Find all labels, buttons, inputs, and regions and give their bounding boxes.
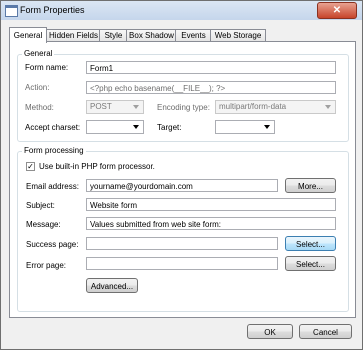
success-page-select-button[interactable]: Select...	[285, 236, 336, 251]
form-properties-dialog: Form Properties ✕ General Hidden Fields …	[0, 0, 363, 350]
action-input[interactable]: <?php echo basename(__FILE__); ?>	[86, 81, 336, 94]
chevron-down-icon	[264, 125, 270, 129]
encoding-type-select[interactable]: multipart/form-data	[215, 100, 336, 114]
error-page-select-button[interactable]: Select...	[285, 256, 336, 271]
form-name-input[interactable]: Form1	[86, 61, 336, 74]
chevron-down-icon	[133, 105, 139, 109]
action-label: Action:	[25, 83, 50, 92]
encoding-type-label: Encoding type:	[157, 103, 210, 112]
general-group-label: General	[22, 49, 55, 58]
ok-button[interactable]: OK	[247, 324, 293, 339]
form-name-label: Form name:	[25, 63, 69, 72]
form-processing-group-label: Form processing	[22, 146, 86, 155]
success-page-label: Success page:	[26, 240, 79, 249]
window-title: Form Properties	[20, 5, 85, 15]
advanced-button[interactable]: Advanced...	[86, 278, 138, 293]
email-address-input[interactable]: yourname@yourdomain.com	[86, 179, 278, 192]
use-builtin-checkbox[interactable]: ✓	[26, 162, 35, 171]
accept-charset-label: Accept charset:	[25, 123, 81, 132]
error-page-label: Error page:	[26, 261, 67, 270]
subject-label: Subject:	[26, 201, 55, 210]
method-label: Method:	[25, 103, 54, 112]
chevron-down-icon	[133, 125, 139, 129]
accept-charset-select[interactable]	[86, 120, 144, 134]
more-button[interactable]: More...	[285, 178, 336, 193]
message-input[interactable]: Values submitted from web site form:	[86, 217, 336, 230]
subject-input[interactable]: Website form	[86, 198, 336, 211]
title-bar: Form Properties ✕	[1, 1, 362, 20]
window-icon	[5, 5, 18, 17]
success-page-input[interactable]	[86, 237, 278, 250]
target-label: Target:	[157, 123, 182, 132]
method-value: POST	[90, 102, 112, 111]
tab-panel-general: General Form name: Form1 Action: <?php e…	[9, 41, 356, 318]
use-builtin-label: Use built-in PHP form processor.	[39, 162, 155, 171]
target-select[interactable]	[215, 120, 275, 134]
form-processing-group: Form processing	[17, 146, 349, 312]
chevron-down-icon	[325, 105, 331, 109]
close-button[interactable]: ✕	[317, 2, 357, 19]
error-page-input[interactable]	[86, 257, 278, 270]
encoding-type-value: multipart/form-data	[219, 102, 287, 111]
method-select[interactable]: POST	[86, 100, 144, 114]
email-address-label: Email address:	[26, 182, 79, 191]
tab-general[interactable]: General	[9, 27, 47, 43]
message-label: Message:	[26, 220, 61, 229]
cancel-button[interactable]: Cancel	[299, 324, 352, 339]
